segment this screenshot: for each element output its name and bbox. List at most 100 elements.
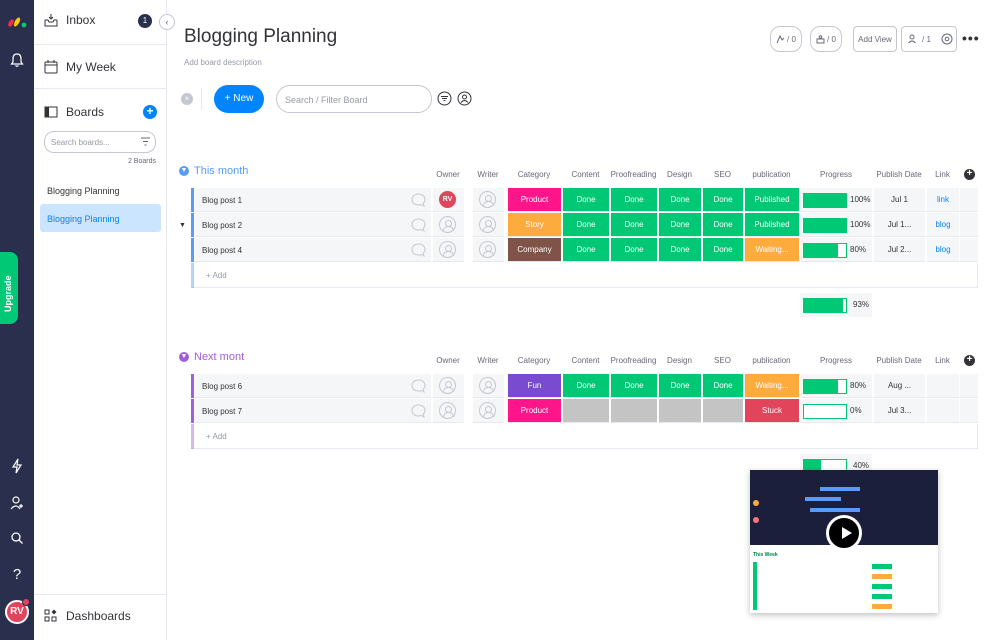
publish-date-cell[interactable]: Jul 1... xyxy=(873,213,925,237)
design-status-cell[interactable]: Done xyxy=(658,374,701,398)
publication-status-cell[interactable]: Stuck xyxy=(744,399,799,423)
conversation-icon[interactable] xyxy=(411,218,426,237)
column-header[interactable]: Owner xyxy=(432,356,464,365)
link-cell[interactable]: blog xyxy=(926,238,959,262)
group-title[interactable]: ▼ This month xyxy=(179,165,248,177)
sidebar-item-inbox[interactable]: Inbox xyxy=(44,13,95,27)
column-header[interactable]: Progress xyxy=(800,356,872,365)
content-status-cell[interactable]: Done xyxy=(562,188,609,212)
publish-date-cell[interactable]: Jul 3... xyxy=(873,399,925,423)
category-cell[interactable]: Fun xyxy=(507,374,561,398)
row-expand-icon[interactable]: ▼ xyxy=(179,222,186,229)
more-options-icon[interactable]: ••• xyxy=(962,30,980,46)
collapse-groups-icon[interactable]: × xyxy=(181,93,193,105)
link-cell[interactable]: link xyxy=(926,188,959,212)
column-header[interactable]: Writer xyxy=(472,356,504,365)
monday-logo-icon[interactable] xyxy=(8,14,28,28)
column-header[interactable]: Progress xyxy=(800,170,872,179)
seo-status-cell[interactable]: Done xyxy=(702,213,743,237)
design-status-cell[interactable]: Done xyxy=(658,188,701,212)
person-placeholder-icon[interactable] xyxy=(479,377,496,394)
sidebar-item-boards[interactable]: Boards xyxy=(44,105,104,119)
link-cell[interactable] xyxy=(926,374,959,398)
help-icon[interactable]: ? xyxy=(0,566,34,583)
person-placeholder-icon[interactable] xyxy=(479,402,496,419)
column-header[interactable]: Category xyxy=(507,170,561,179)
category-cell[interactable]: Story xyxy=(507,213,561,237)
publication-status-cell[interactable]: Waiting... xyxy=(744,238,799,262)
table-row[interactable]: Blog post 6 Fun Done Done Done Done Waiting...… xyxy=(191,374,978,399)
column-header[interactable]: Content xyxy=(562,356,609,365)
search-icon[interactable] xyxy=(0,530,34,549)
publication-status-cell[interactable]: Waiting... xyxy=(744,374,799,398)
item-name-cell[interactable]: Blog post 2 xyxy=(195,213,431,237)
publication-status-cell[interactable]: Published xyxy=(744,188,799,212)
link-cell[interactable] xyxy=(926,399,959,423)
content-status-cell[interactable]: Done xyxy=(562,213,609,237)
add-column-button[interactable]: + xyxy=(964,169,975,180)
add-view-button[interactable]: Add View xyxy=(853,26,897,52)
person-placeholder-icon[interactable] xyxy=(439,377,456,394)
column-header[interactable]: Owner xyxy=(432,170,464,179)
person-placeholder-icon[interactable] xyxy=(439,241,456,258)
add-item-row[interactable]: + Add xyxy=(191,263,978,288)
bell-icon[interactable] xyxy=(0,52,34,71)
add-column-button[interactable]: + xyxy=(964,355,975,366)
seo-status-cell[interactable] xyxy=(702,399,743,423)
item-name[interactable]: Blog post 1 xyxy=(202,196,242,205)
person-placeholder-icon[interactable] xyxy=(479,216,496,233)
table-row[interactable]: Blog post 4 Company Done Done Done Done Waitin… xyxy=(191,238,978,263)
invite-user-icon[interactable] xyxy=(0,495,34,514)
content-status-cell[interactable]: Done xyxy=(562,374,609,398)
link-cell[interactable]: blog xyxy=(926,213,959,237)
column-header[interactable]: Publish Date xyxy=(873,356,925,365)
category-cell[interactable]: Company xyxy=(507,238,561,262)
proofreading-status-cell[interactable]: Done xyxy=(610,188,657,212)
column-header[interactable]: Proofreading xyxy=(610,170,657,179)
filter-icon[interactable] xyxy=(437,91,452,106)
person-placeholder-icon[interactable] xyxy=(439,402,456,419)
person-placeholder-icon[interactable] xyxy=(479,241,496,258)
column-header[interactable]: Design xyxy=(658,170,701,179)
add-item-label[interactable]: + Add xyxy=(206,432,227,441)
item-name-cell[interactable]: Blog post 6 xyxy=(195,374,431,398)
group-title[interactable]: ▼ Next mont xyxy=(179,351,244,363)
column-header[interactable]: publication xyxy=(744,170,799,179)
item-name[interactable]: Blog post 2 xyxy=(202,221,242,230)
add-item-row[interactable]: + Add xyxy=(191,424,978,449)
content-status-cell[interactable] xyxy=(562,399,609,423)
column-header[interactable]: Design xyxy=(658,356,701,365)
add-item-label[interactable]: + Add xyxy=(206,271,227,280)
search-boards-input[interactable]: Search boards... xyxy=(44,131,156,153)
person-placeholder-icon[interactable] xyxy=(479,191,496,208)
column-header[interactable]: Proofreading xyxy=(610,356,657,365)
settings-icon[interactable] xyxy=(941,33,953,45)
sidebar-board-item-active[interactable]: Blogging Planning xyxy=(40,204,161,232)
lightning-icon[interactable] xyxy=(0,458,34,477)
proofreading-status-cell[interactable] xyxy=(610,399,657,423)
column-header[interactable]: Link xyxy=(926,170,959,179)
table-row[interactable]: Blog post 2 Story Done Done Done Done Publishe… xyxy=(191,213,978,238)
seo-status-cell[interactable]: Done xyxy=(702,238,743,262)
table-row[interactable]: Blog post 1 RV Product Done Done Done Done Publ… xyxy=(191,188,978,213)
add-board-button[interactable]: + xyxy=(143,105,157,119)
proofreading-status-cell[interactable]: Done xyxy=(610,374,657,398)
content-status-cell[interactable]: Done xyxy=(562,238,609,262)
conversation-icon[interactable] xyxy=(411,404,426,423)
owner-avatar[interactable]: RV xyxy=(439,191,456,208)
table-row[interactable]: Blog post 7 Product Stuck 0% Jul 3... xyxy=(191,399,978,424)
play-icon[interactable] xyxy=(826,515,862,551)
column-header[interactable]: SEO xyxy=(702,356,743,365)
item-name[interactable]: Blog post 7 xyxy=(202,407,242,416)
activity-button[interactable]: / 0 xyxy=(770,26,802,52)
item-name-cell[interactable]: Blog post 7 xyxy=(195,399,431,423)
filter-icon[interactable] xyxy=(141,137,150,146)
item-name[interactable]: Blog post 6 xyxy=(202,382,242,391)
new-item-button[interactable]: + New xyxy=(214,85,264,113)
person-placeholder-icon[interactable] xyxy=(439,216,456,233)
column-header[interactable]: publication xyxy=(744,356,799,365)
conversation-icon[interactable] xyxy=(411,193,426,212)
filter-board-input[interactable]: Search / Filter Board xyxy=(276,85,432,113)
person-filter-icon[interactable] xyxy=(457,91,472,106)
publish-date-cell[interactable]: Jul 1 xyxy=(873,188,925,212)
